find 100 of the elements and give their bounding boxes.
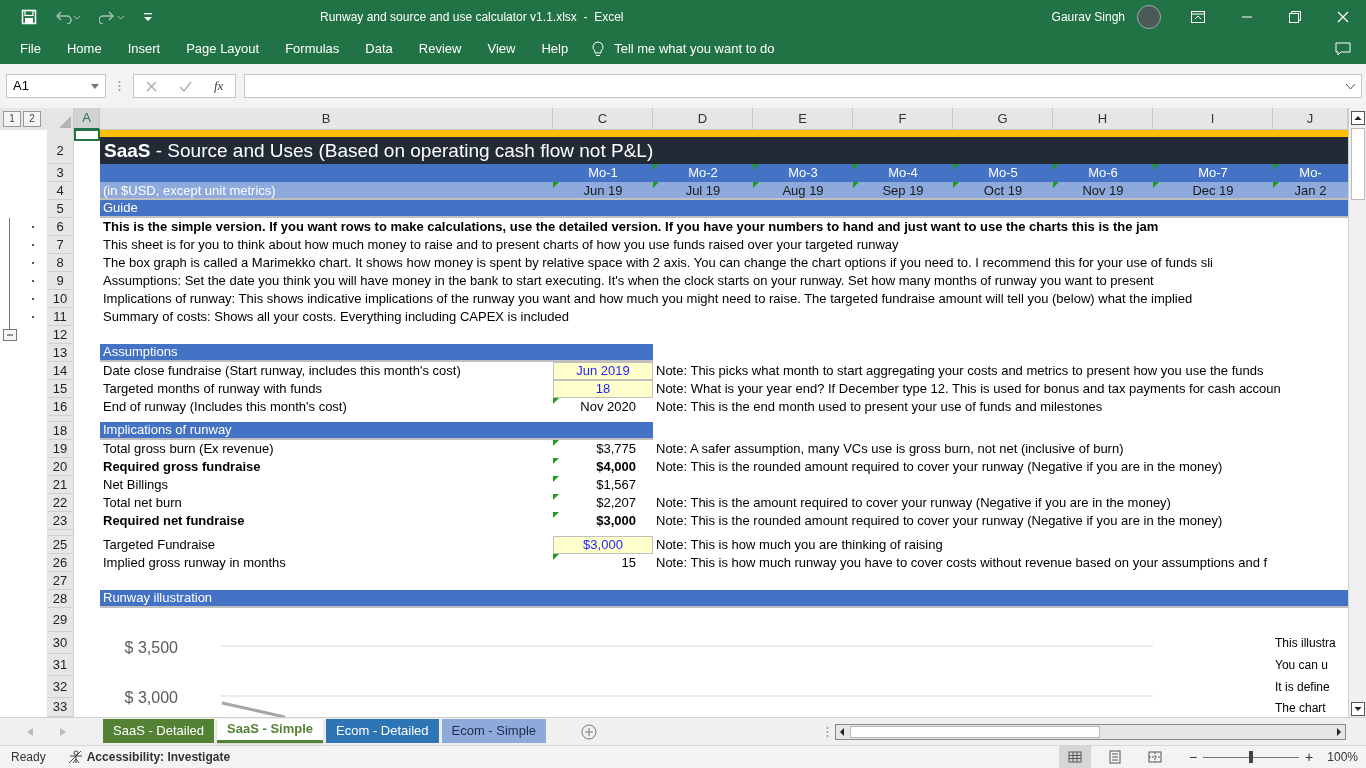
row-header[interactable]: 9 (47, 272, 74, 290)
row-header[interactable]: 18 (47, 422, 74, 440)
selected-cell[interactable] (74, 130, 100, 141)
error-indicator-icon[interactable] (1153, 182, 1159, 188)
ribbon-tab[interactable]: Help (541, 38, 569, 59)
expand-caret-icon[interactable] (1346, 83, 1355, 89)
row-header[interactable]: 13 (47, 344, 74, 362)
scrollbar-thumb[interactable] (850, 725, 1100, 738)
error-indicator-icon[interactable] (553, 494, 559, 500)
error-indicator-icon[interactable] (553, 182, 559, 188)
error-indicator-icon[interactable] (553, 458, 559, 464)
row-header[interactable]: 20 (47, 458, 74, 476)
save-icon[interactable] (21, 8, 37, 25)
input-cell[interactable]: $3,000 (553, 536, 653, 554)
row-header[interactable]: 28 (47, 590, 74, 608)
error-indicator-icon[interactable] (553, 476, 559, 482)
input-cell[interactable]: Jun 2019 (553, 362, 653, 380)
zoom-level[interactable]: 100% (1327, 748, 1358, 766)
zoom-slider[interactable] (1203, 751, 1300, 763)
row-header[interactable]: 12 (47, 326, 74, 344)
error-indicator-icon[interactable] (1273, 182, 1279, 188)
select-all-icon[interactable] (59, 116, 71, 128)
row-header[interactable] (47, 530, 74, 536)
error-indicator-icon[interactable] (553, 512, 559, 518)
sheet-tab[interactable]: Ecom - Detailed (326, 718, 439, 743)
ribbon-tab[interactable]: Home (66, 38, 102, 59)
insert-function-button[interactable]: fx (214, 76, 224, 96)
error-indicator-icon[interactable] (553, 398, 559, 404)
check-icon[interactable] (179, 80, 192, 92)
restore-icon[interactable] (1289, 10, 1301, 23)
column-header[interactable]: A (74, 108, 100, 130)
tell-me-search[interactable]: Tell me what you want to do (614, 38, 775, 59)
ribbon-display-icon[interactable] (1191, 10, 1205, 23)
error-indicator-icon[interactable] (853, 182, 859, 188)
outline-level-button[interactable]: 1 (3, 111, 21, 127)
vertical-scrollbar[interactable] (1348, 108, 1366, 717)
sheet-tab[interactable]: Ecom - Simple (441, 718, 547, 743)
ribbon-tab[interactable]: Page Layout (186, 38, 260, 59)
row-header[interactable]: 3 (47, 164, 74, 182)
splitter-icon[interactable] (118, 80, 121, 92)
error-indicator-icon[interactable] (953, 182, 959, 188)
collapse-button[interactable] (3, 329, 17, 341)
customize-toolbar-icon[interactable] (143, 11, 153, 22)
ribbon-tab[interactable]: File (20, 38, 41, 59)
row-header[interactable] (47, 416, 74, 422)
row-header[interactable]: 19 (47, 440, 74, 458)
ribbon-tab[interactable]: Review (418, 38, 462, 59)
row-header[interactable]: 26 (47, 554, 74, 572)
close-icon[interactable] (1337, 10, 1349, 23)
row-header[interactable]: 6 (47, 218, 74, 236)
row-header[interactable]: 15 (47, 380, 74, 398)
row-header[interactable]: 5 (47, 200, 74, 218)
row-header[interactable]: 29 (47, 608, 74, 632)
ribbon-tab[interactable]: View (487, 38, 516, 59)
accessibility-button[interactable]: Accessibility: Investigate (86, 748, 231, 766)
error-indicator-icon[interactable] (1053, 182, 1059, 188)
row-header[interactable]: 25 (47, 536, 74, 554)
row-header[interactable]: 23 (47, 512, 74, 530)
row-header[interactable]: 14 (47, 362, 74, 380)
sheet-tab[interactable]: SaaS - Detailed (103, 718, 215, 743)
row-header[interactable]: 33 (47, 698, 74, 717)
error-indicator-icon[interactable] (553, 554, 559, 560)
accessibility-icon[interactable] (67, 750, 84, 764)
cancel-icon[interactable] (146, 80, 157, 92)
error-indicator-icon[interactable] (753, 182, 759, 188)
scroll-down-icon[interactable] (1350, 702, 1365, 716)
row-header[interactable]: 21 (47, 476, 74, 494)
row-header[interactable]: 10 (47, 290, 74, 308)
add-sheet-icon[interactable] (581, 723, 598, 740)
comment-icon[interactable] (1335, 41, 1351, 56)
outline-level-button[interactable]: 2 (23, 111, 41, 127)
input-cell[interactable]: 18 (553, 380, 653, 398)
row-header[interactable]: 32 (47, 676, 74, 698)
error-indicator-icon[interactable] (553, 440, 559, 446)
splitter-icon[interactable] (826, 725, 829, 738)
row-header[interactable]: 16 (47, 398, 74, 416)
name-box[interactable]: A1 (6, 74, 106, 98)
row-header[interactable]: 2 (47, 137, 74, 164)
sheet-tab[interactable]: SaaS - Simple (217, 718, 324, 743)
row-header[interactable]: 7 (47, 236, 74, 254)
row-header[interactable]: 11 (47, 308, 74, 326)
slider-thumb[interactable] (1249, 751, 1254, 763)
formula-input[interactable] (244, 74, 1362, 98)
ribbon-tab[interactable]: Formulas (285, 38, 340, 59)
row-header[interactable]: 4 (47, 182, 74, 200)
zoom-out-button[interactable]: − (1188, 746, 1198, 768)
view-button[interactable] (1058, 746, 1091, 768)
ribbon-tab[interactable]: Data (365, 38, 393, 59)
undo-icon[interactable] (55, 9, 81, 24)
row-header[interactable]: 22 (47, 494, 74, 512)
redo-icon[interactable] (99, 9, 125, 24)
row-header[interactable]: 27 (47, 572, 74, 590)
zoom-in-button[interactable]: + (1305, 746, 1314, 768)
row-header[interactable]: 8 (47, 254, 74, 272)
scroll-up-icon[interactable] (1350, 111, 1365, 125)
row-header[interactable]: 30 (47, 632, 74, 654)
next-sheet-icon[interactable] (60, 727, 66, 736)
ribbon-tab[interactable]: Insert (127, 38, 161, 59)
scrollbar-thumb[interactable] (1350, 128, 1365, 200)
error-indicator-icon[interactable] (653, 182, 659, 188)
